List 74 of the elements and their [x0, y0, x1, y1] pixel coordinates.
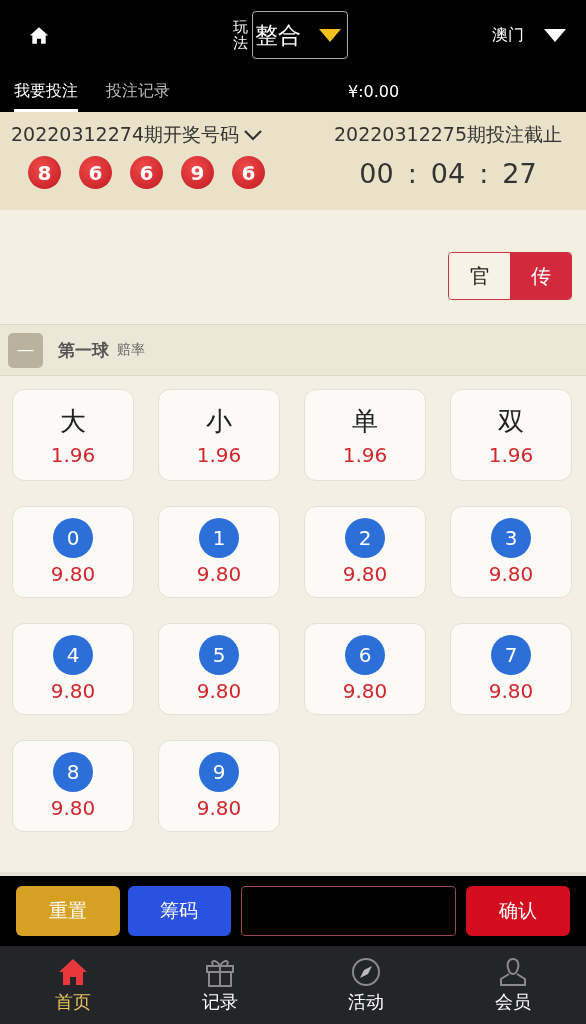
option-label: 小 — [206, 404, 232, 438]
countdown-text: : — [407, 158, 417, 189]
number-ball: 8 — [53, 752, 93, 792]
mode-toggle-option[interactable]: 传 — [510, 253, 571, 299]
bet-option[interactable]: 1 9.80 — [158, 506, 280, 598]
option-label: 单 — [352, 404, 378, 438]
bet-option[interactable]: 单 1.96 — [304, 389, 426, 481]
result-ball: 6 — [79, 156, 112, 189]
balance: ¥:0.00 — [348, 81, 400, 101]
countdown-text: 27 — [502, 158, 537, 189]
odds-value: 1.96 — [488, 442, 534, 467]
number-ball: 5 — [199, 635, 239, 675]
nav-item[interactable]: 活动 — [293, 946, 440, 1024]
odds-value: 9.80 — [342, 679, 388, 703]
odds-value: 9.80 — [50, 679, 96, 703]
bet-option[interactable]: 大 1.96 — [12, 389, 134, 481]
odds-value: 9.80 — [196, 679, 242, 703]
odds-value: 9.80 — [50, 796, 96, 820]
odds-value: 9.80 — [196, 796, 242, 820]
number-ball: 7 — [491, 635, 531, 675]
bet-option[interactable]: 6 9.80 — [304, 623, 426, 715]
bet-option[interactable]: 3 9.80 — [450, 506, 572, 598]
number-ball: 9 — [199, 752, 239, 792]
confirm-button[interactable]: 确认 — [466, 886, 570, 936]
odds-value: 9.80 — [196, 562, 242, 586]
odds-value: 1.96 — [196, 442, 242, 467]
odds-value: 1.96 — [342, 442, 388, 467]
caret-icon — [544, 28, 566, 42]
home-icon[interactable] — [29, 25, 49, 45]
nav-item[interactable]: 首页 — [0, 946, 147, 1024]
countdown-text: 00 — [359, 158, 394, 189]
option-label: 双 — [498, 404, 524, 438]
bet-option[interactable]: 4 9.80 — [12, 623, 134, 715]
tab[interactable]: 投注记录 — [106, 70, 170, 112]
bet-option[interactable]: 小 1.96 — [158, 389, 280, 481]
bet-option[interactable]: 7 9.80 — [450, 623, 572, 715]
bet-option[interactable]: 8 9.80 — [12, 740, 134, 832]
number-ball: 0 — [53, 518, 93, 558]
section-title: 第一球 — [58, 338, 109, 362]
bet-option[interactable]: 双 1.96 — [450, 389, 572, 481]
odds-value: 9.80 — [50, 562, 96, 586]
countdown-text: : — [479, 158, 489, 189]
odds-value: 9.80 — [488, 679, 534, 703]
bet-option[interactable]: 2 9.80 — [304, 506, 426, 598]
section-subtitle: 赔率 — [117, 341, 145, 359]
number-ball: 3 — [491, 518, 531, 558]
next-draw-title: 20220312275期投注截止 — [334, 122, 562, 147]
number-ball: 2 — [345, 518, 385, 558]
bet-option[interactable]: 9 9.80 — [158, 740, 280, 832]
bet-option[interactable]: 0 9.80 — [12, 506, 134, 598]
number-ball: 6 — [345, 635, 385, 675]
nav-item[interactable]: 会员 — [439, 946, 586, 1024]
nav-item[interactable]: 记录 — [146, 946, 293, 1024]
play-select[interactable]: 整合 — [252, 11, 348, 59]
bet-option[interactable]: 5 9.80 — [158, 623, 280, 715]
result-ball: 9 — [181, 156, 214, 189]
countdown-text: 04 — [430, 158, 466, 189]
play-label: 玩法 — [233, 18, 248, 52]
result-ball: 6 — [232, 156, 265, 189]
chevron-icon — [243, 129, 263, 141]
result-ball: 8 — [28, 156, 61, 189]
region-select[interactable]: 澳门 — [492, 24, 566, 46]
amount-field[interactable] — [241, 886, 457, 936]
odds-value: 9.80 — [342, 562, 388, 586]
odds-value: 1.96 — [50, 442, 96, 467]
option-label: 大 — [60, 404, 86, 438]
chips-button[interactable]: 筹码 — [127, 886, 232, 936]
compass-icon — [350, 956, 383, 988]
last-draw-title[interactable]: 20220312274期开奖号码 — [11, 122, 265, 148]
result-ball: 6 — [130, 156, 163, 189]
odds-value: 9.80 — [488, 562, 534, 586]
number-ball: 4 — [53, 635, 93, 675]
number-ball: 1 — [199, 518, 239, 558]
caret-icon — [319, 28, 341, 42]
